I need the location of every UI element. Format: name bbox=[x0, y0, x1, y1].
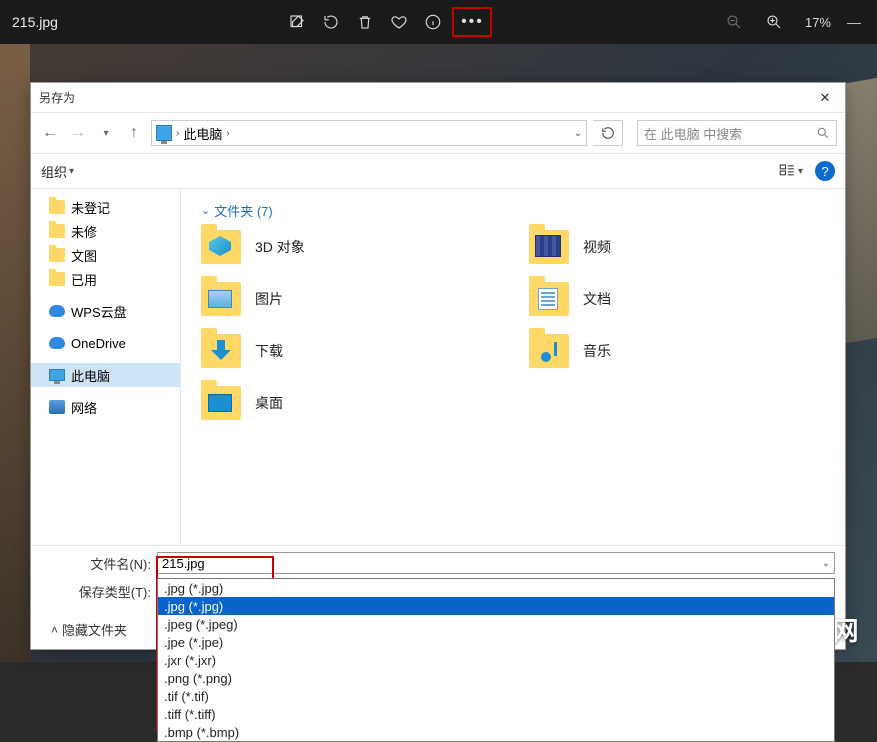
tree-item-onedrive[interactable]: OneDrive bbox=[31, 331, 180, 355]
view-button[interactable]: ▾ bbox=[778, 162, 803, 180]
cloud-icon bbox=[49, 337, 65, 349]
folder-desktop[interactable]: 桌面 bbox=[201, 386, 509, 420]
filetype-option[interactable]: .tif (*.tif) bbox=[158, 687, 834, 705]
folder-icon bbox=[201, 282, 241, 316]
chevron-down-icon[interactable]: ⌄ bbox=[822, 558, 830, 569]
nav-back-icon[interactable]: ← bbox=[39, 122, 61, 144]
folder-icon bbox=[201, 386, 241, 420]
minimize-icon[interactable]: — bbox=[839, 14, 869, 30]
filename-input[interactable]: 215.jpg ⌄ bbox=[157, 552, 835, 574]
more-menu-highlight: ••• bbox=[452, 7, 492, 37]
folder-downloads[interactable]: 下载 bbox=[201, 334, 509, 368]
folder-music[interactable]: 音乐 bbox=[529, 334, 837, 368]
trash-icon[interactable] bbox=[348, 5, 382, 39]
pc-icon bbox=[156, 125, 172, 141]
folder-videos[interactable]: 视频 bbox=[529, 230, 837, 264]
network-icon bbox=[49, 400, 65, 414]
nav-row: ← → ▾ ↑ › 此电脑 › ⌄ 在 此电脑 中搜索 bbox=[31, 113, 845, 153]
folder-icon bbox=[529, 334, 569, 368]
tree-item-unregistered[interactable]: 未登记 bbox=[31, 195, 180, 219]
path-segment[interactable]: 此电脑 bbox=[183, 124, 222, 143]
filetype-option[interactable]: .jpe (*.jpe) bbox=[158, 633, 834, 651]
filetype-label: 保存类型(T): bbox=[41, 582, 157, 601]
folder-icon bbox=[49, 248, 65, 262]
folder-documents[interactable]: 文档 bbox=[529, 282, 837, 316]
filetype-option[interactable]: .bmp (*.bmp) bbox=[158, 723, 834, 741]
pc-icon bbox=[49, 369, 65, 381]
filetype-dropdown: .jpg (*.jpg) .jpg (*.jpg) .jpeg (*.jpeg)… bbox=[157, 578, 835, 742]
caret-icon: ˄ bbox=[51, 623, 58, 637]
organize-button[interactable]: 组织 ▾ bbox=[41, 162, 74, 181]
filename-value: 215.jpg bbox=[162, 556, 205, 571]
path-dropdown-icon[interactable]: ⌄ bbox=[574, 128, 582, 139]
heart-icon[interactable] bbox=[382, 5, 416, 39]
filetype-option[interactable]: .jxr (*.jxr) bbox=[158, 651, 834, 669]
nav-forward-icon[interactable]: → bbox=[67, 122, 89, 144]
filetype-option[interactable]: .jpeg (*.jpeg) bbox=[158, 615, 834, 633]
view-icon bbox=[778, 162, 796, 180]
nav-recent-icon[interactable]: ▾ bbox=[95, 122, 117, 144]
refresh-icon[interactable] bbox=[593, 120, 623, 146]
file-title: 215.jpg bbox=[12, 14, 58, 30]
folder-3d-objects[interactable]: 3D 对象 bbox=[201, 230, 509, 264]
rotate-icon[interactable] bbox=[314, 5, 348, 39]
folder-icon bbox=[529, 230, 569, 264]
content-pane: ⌄ 文件夹 (7) 3D 对象 视频 图片 文档 下载 音乐 桌面 bbox=[181, 189, 845, 545]
more-icon[interactable]: ••• bbox=[461, 13, 484, 31]
folder-icon bbox=[49, 272, 65, 286]
cloud-icon bbox=[49, 305, 65, 317]
tree-item-wentu[interactable]: 文图 bbox=[31, 243, 180, 267]
folder-icon bbox=[49, 224, 65, 238]
search-placeholder: 在 此电脑 中搜索 bbox=[644, 124, 816, 143]
filetype-option[interactable]: .tiff (*.tiff) bbox=[158, 705, 834, 723]
folder-icon bbox=[49, 200, 65, 214]
folder-icon bbox=[201, 334, 241, 368]
search-input[interactable]: 在 此电脑 中搜索 bbox=[637, 120, 837, 146]
filetype-option[interactable]: .jpg (*.jpg) bbox=[158, 597, 834, 615]
tree-item-unedited[interactable]: 未修 bbox=[31, 219, 180, 243]
help-button[interactable]: ? bbox=[815, 161, 835, 181]
folder-pictures[interactable]: 图片 bbox=[201, 282, 509, 316]
filetype-option[interactable]: .jpg (*.jpg) bbox=[158, 579, 834, 597]
info-icon[interactable] bbox=[416, 5, 450, 39]
app-topbar: 215.jpg ••• 17% — bbox=[0, 0, 877, 44]
group-header[interactable]: ⌄ 文件夹 (7) bbox=[201, 201, 837, 220]
tree-item-network[interactable]: 网络 bbox=[31, 395, 180, 419]
chevron-down-icon: ⌄ bbox=[201, 204, 210, 217]
tree-item-used[interactable]: 已用 bbox=[31, 267, 180, 291]
address-bar[interactable]: › 此电脑 › ⌄ bbox=[151, 120, 587, 146]
zoom-out-icon[interactable] bbox=[717, 5, 751, 39]
tree-item-wps-cloud[interactable]: WPS云盘 bbox=[31, 299, 180, 323]
filetype-option[interactable]: .png (*.png) bbox=[158, 669, 834, 687]
folder-icon bbox=[529, 282, 569, 316]
filename-label: 文件名(N): bbox=[41, 554, 157, 573]
close-icon[interactable]: ✕ bbox=[813, 90, 837, 106]
nav-up-icon[interactable]: ↑ bbox=[123, 122, 145, 144]
tree-item-this-pc[interactable]: 此电脑 bbox=[31, 363, 180, 387]
dialog-title: 另存为 bbox=[39, 89, 813, 106]
toolbar: 组织 ▾ ▾ ? bbox=[31, 153, 845, 189]
save-as-dialog: 另存为 ✕ ← → ▾ ↑ › 此电脑 › ⌄ 在 此电脑 中搜索 组织 ▾ bbox=[30, 82, 846, 650]
search-icon bbox=[816, 126, 830, 140]
edit-icon[interactable] bbox=[280, 5, 314, 39]
dialog-titlebar: 另存为 ✕ bbox=[31, 83, 845, 113]
nav-tree: 未登记 未修 文图 已用 WPS云盘 OneDrive 此电脑 网络 bbox=[31, 189, 181, 545]
folder-icon bbox=[201, 230, 241, 264]
zoom-in-icon[interactable] bbox=[757, 5, 791, 39]
zoom-level: 17% bbox=[797, 15, 831, 30]
